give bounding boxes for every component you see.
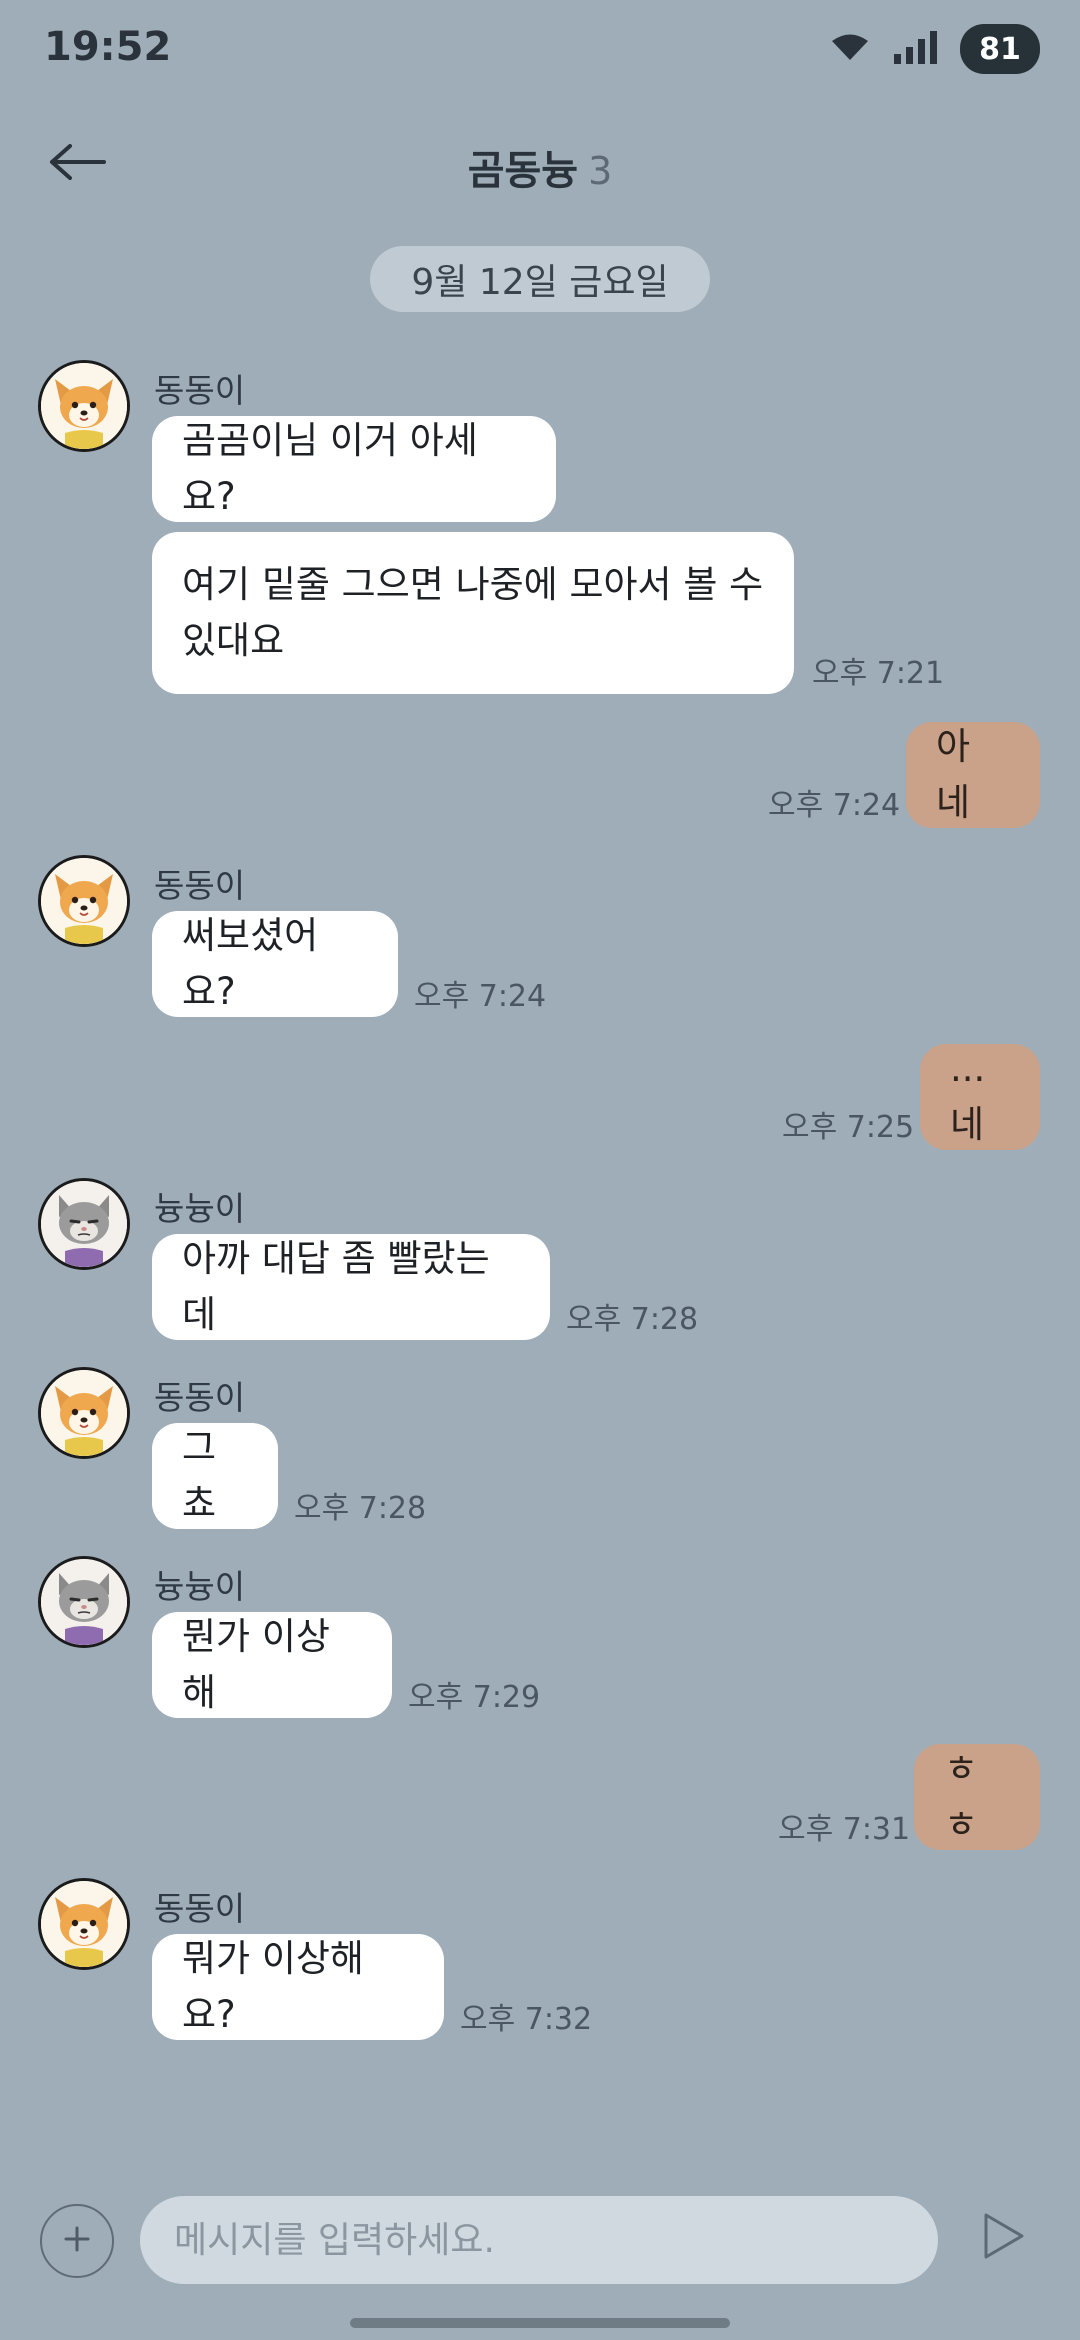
home-indicator[interactable] (350, 2318, 730, 2328)
signal-icon (892, 30, 938, 68)
sender-name: 동동이 (154, 866, 246, 905)
message-input-bar (0, 2176, 1080, 2306)
attach-button[interactable] (40, 2204, 114, 2278)
status-bar: 19:52 81 (0, 0, 1080, 100)
message-time: 오후 7:28 (294, 1491, 427, 1526)
message-bubble[interactable]: 그쵸 (152, 1423, 278, 1529)
message-time: 오후 7:21 (812, 656, 945, 691)
message-time: 오후 7:31 (778, 1812, 911, 1847)
date-divider: 9월 12일 금요일 (370, 246, 710, 312)
chat-title: 곰동늉 (467, 148, 579, 194)
sender-name: 늉늉이 (154, 1567, 246, 1606)
status-icons: 81 (830, 24, 1040, 74)
message-bubble[interactable]: 아까 대답 좀 빨랐는데 (152, 1234, 550, 1340)
dog-avatar[interactable] (38, 855, 130, 947)
cat-avatar[interactable] (38, 1178, 130, 1270)
message-bubble[interactable]: 뭐가 이상해요? (152, 1934, 444, 2040)
message-time: 오후 7:32 (460, 2002, 593, 2037)
message-time: 오후 7:29 (408, 1680, 541, 1715)
message-time: 오후 7:24 (768, 788, 901, 823)
dog-avatar[interactable] (38, 1367, 130, 1459)
message-bubble[interactable]: 곰곰이님 이거 아세요? (152, 416, 556, 522)
message-bubble[interactable]: 뭔가 이상해 (152, 1612, 392, 1718)
battery-indicator: 81 (960, 24, 1040, 74)
my-message-bubble[interactable]: ...네 (920, 1044, 1040, 1150)
send-button[interactable] (976, 2206, 1032, 2270)
sender-name: 동동이 (154, 1378, 246, 1417)
message-input[interactable] (140, 2196, 938, 2284)
sender-name: 동동이 (154, 371, 246, 410)
plus-icon (62, 2224, 92, 2258)
message-bubble[interactable]: 써보셨어요? (152, 911, 398, 1017)
message-time: 오후 7:25 (782, 1110, 915, 1145)
message-bubble[interactable]: 여기 밑줄 그으면 나중에 모아서 볼 수 있대요 (152, 532, 794, 694)
message-time: 오후 7:24 (414, 979, 547, 1014)
cat-avatar[interactable] (38, 1556, 130, 1648)
wifi-icon (830, 32, 870, 66)
my-message-bubble[interactable]: 아 네 (906, 722, 1040, 828)
dog-avatar[interactable] (38, 360, 130, 452)
dog-avatar[interactable] (38, 1878, 130, 1970)
my-message-bubble[interactable]: ㅎㅎ (914, 1744, 1040, 1850)
send-icon (982, 2211, 1026, 2265)
member-count: 3 (588, 149, 613, 193)
sender-name: 동동이 (154, 1889, 246, 1928)
status-time: 19:52 (44, 24, 172, 70)
sender-name: 늉늉이 (154, 1189, 246, 1228)
chat-title-group: 곰동늉 3 (0, 138, 1080, 196)
message-time: 오후 7:28 (566, 1302, 699, 1337)
chat-header: 곰동늉 3 (0, 112, 1080, 216)
